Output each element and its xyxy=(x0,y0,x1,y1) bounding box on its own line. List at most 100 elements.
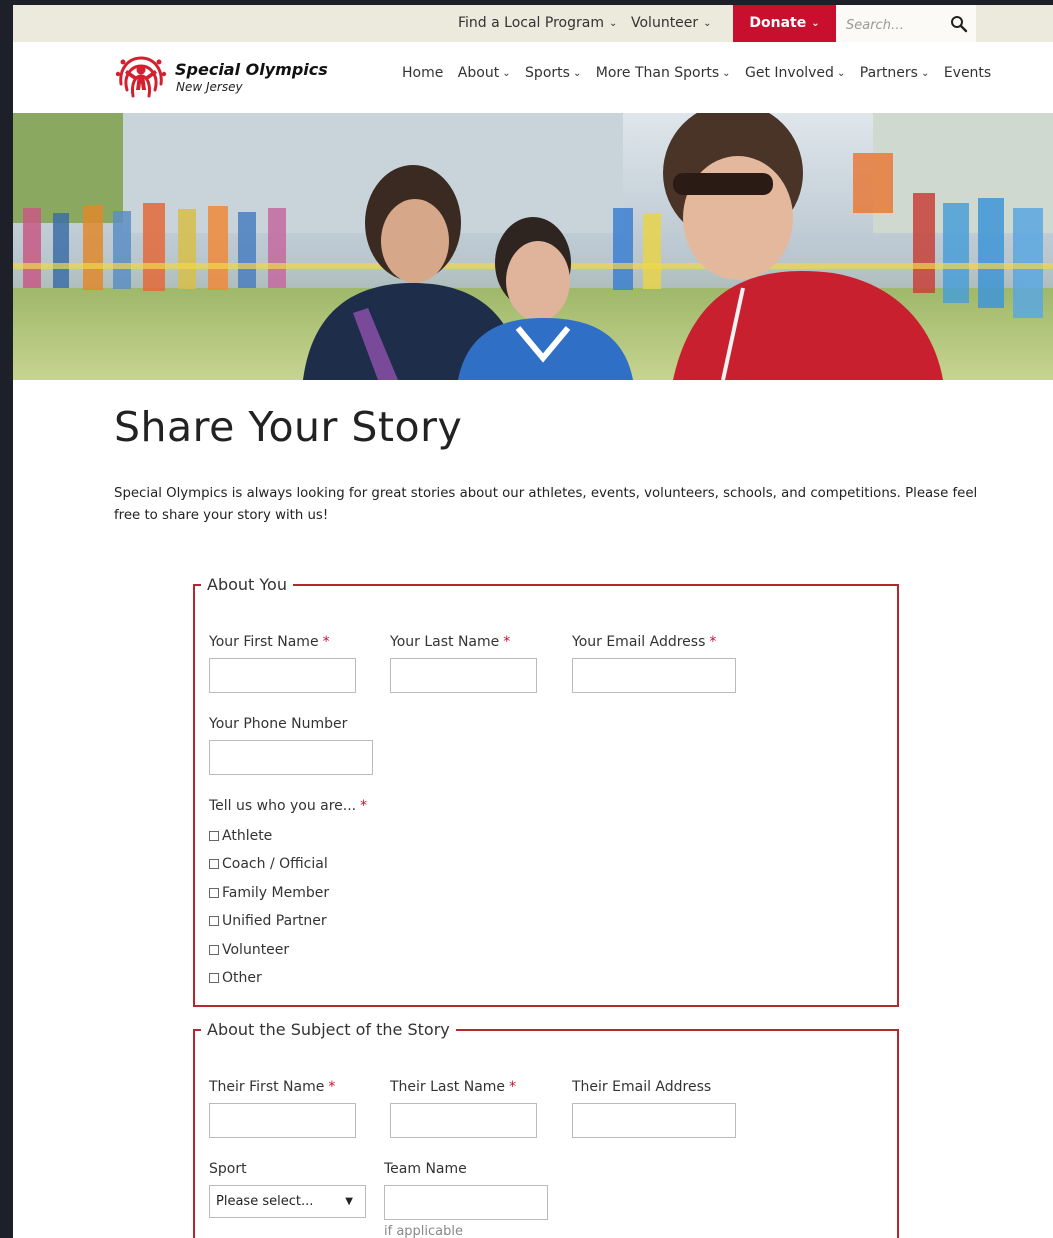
their-last-name-label: Their Last Name * xyxy=(390,1079,516,1095)
your-email-input[interactable] xyxy=(572,658,736,693)
your-first-name-label: Your First Name * xyxy=(209,634,330,650)
nav-item-events[interactable]: Events xyxy=(944,65,991,81)
your-last-name-input[interactable] xyxy=(390,658,537,693)
nav-item-more-than-sports[interactable]: More Than Sports ⌄ xyxy=(596,65,731,81)
nav-item-label: Home xyxy=(402,65,444,81)
role-option-label: Volunteer xyxy=(222,942,290,958)
field-label-text: Their Last Name xyxy=(390,1079,506,1095)
unified-partner-checkbox[interactable] xyxy=(209,916,219,926)
nav-item-home[interactable]: Home xyxy=(402,65,443,81)
field-label-text: Your First Name xyxy=(209,634,319,650)
required-mark: * xyxy=(360,798,368,814)
volunteer-label: Volunteer xyxy=(631,15,699,31)
role-option-label: Unified Partner xyxy=(222,913,327,929)
nav-item-label: Events xyxy=(943,65,992,81)
logo-subtitle: New Jersey xyxy=(176,80,243,94)
field-label-text: Their First Name xyxy=(209,1079,325,1095)
chevron-down-icon: ⌄ xyxy=(811,18,820,29)
field-label-text: Your Last Name xyxy=(390,634,500,650)
nav-item-partners[interactable]: Partners ⌄ xyxy=(860,65,930,81)
field-label-text: Their Email Address xyxy=(572,1079,712,1095)
nav-item-about[interactable]: About ⌄ xyxy=(458,65,511,81)
their-first-name-label: Their First Name * xyxy=(209,1079,335,1095)
your-email-label: Your Email Address * xyxy=(572,634,716,650)
sport-select-value: Please select... xyxy=(216,1194,314,1209)
role-option-athlete[interactable]: Athlete xyxy=(209,826,272,846)
volunteer-checkbox[interactable] xyxy=(209,945,219,955)
special-olympics-emblem-icon xyxy=(115,56,167,98)
page-title: Share Your Story xyxy=(114,403,463,451)
site-logo[interactable]: Special Olympics New Jersey xyxy=(113,50,345,106)
intro-text: Special Olympics is always looking for g… xyxy=(114,486,978,523)
role-option-label: Other xyxy=(222,970,262,986)
logo-title: Special Olympics xyxy=(175,60,328,79)
nav-item-label: Partners xyxy=(859,65,918,81)
about-you-section: About You Your First Name * Your Last Nam… xyxy=(193,575,899,1007)
story-subject-legend: About the Subject of the Story xyxy=(207,1020,450,1039)
find-local-program-label: Find a Local Program xyxy=(458,15,604,31)
nav-item-label: Sports xyxy=(525,65,570,81)
main-nav: Home About ⌄ Sports ⌄ More Than Sports ⌄ Ge… xyxy=(402,65,1001,89)
family-member-checkbox[interactable] xyxy=(209,888,219,898)
role-option-label: Athlete xyxy=(222,828,273,844)
their-first-name-input[interactable] xyxy=(209,1103,356,1138)
role-option-coach-official[interactable]: Coach / Official xyxy=(209,854,328,874)
role-option-unified-partner[interactable]: Unified Partner xyxy=(209,911,327,931)
required-mark: * xyxy=(322,634,330,650)
donate-label: Donate xyxy=(749,15,807,31)
nav-item-sports[interactable]: Sports ⌄ xyxy=(525,65,581,81)
team-name-label: Team Name xyxy=(384,1161,467,1177)
who-are-you-label: Tell us who you are... * xyxy=(209,798,367,814)
required-mark: * xyxy=(503,634,511,650)
role-option-label: Family Member xyxy=(222,885,330,901)
other-checkbox[interactable] xyxy=(209,973,219,983)
field-label-text: Sport xyxy=(209,1161,247,1177)
team-name-hint: if applicable xyxy=(384,1224,463,1238)
your-phone-label: Your Phone Number xyxy=(209,716,347,732)
field-label-text: Your Phone Number xyxy=(209,716,348,732)
story-subject-section: About the Subject of the Story Their Fir… xyxy=(193,1020,899,1238)
nav-item-get-involved[interactable]: Get Involved ⌄ xyxy=(745,65,845,81)
team-name-input[interactable] xyxy=(384,1185,548,1220)
chevron-down-icon: ⌄ xyxy=(703,18,712,29)
field-label-text: Tell us who you are... xyxy=(209,798,357,814)
nav-item-label: About xyxy=(457,65,500,81)
hero-image xyxy=(13,113,1053,380)
required-mark: * xyxy=(509,1079,517,1095)
volunteer-menu[interactable]: Volunteer ⌄ xyxy=(631,5,712,42)
required-mark: * xyxy=(328,1079,336,1095)
find-local-program-menu[interactable]: Find a Local Program ⌄ xyxy=(458,5,617,42)
utility-bar: Find a Local Program ⌄ Volunteer ⌄ Donate ⌄ xyxy=(13,5,1053,42)
your-last-name-label: Your Last Name * xyxy=(390,634,510,650)
chevron-down-icon: ⌄ xyxy=(502,68,511,79)
hero-photo xyxy=(13,113,1053,380)
their-last-name-input[interactable] xyxy=(390,1103,537,1138)
dropdown-arrow-icon: ▼ xyxy=(345,1196,353,1207)
nav-item-label: Get Involved xyxy=(745,65,834,81)
chevron-down-icon: ⌄ xyxy=(722,68,731,79)
role-option-family-member[interactable]: Family Member xyxy=(209,883,329,903)
chevron-down-icon: ⌄ xyxy=(608,18,618,29)
field-label-text: Your Email Address xyxy=(572,634,706,650)
required-mark: * xyxy=(709,634,717,650)
sport-label: Sport xyxy=(209,1161,247,1177)
sport-select[interactable]: Please select... ▼ xyxy=(209,1185,366,1218)
role-option-volunteer[interactable]: Volunteer xyxy=(209,940,289,960)
chevron-down-icon: ⌄ xyxy=(836,68,846,79)
donate-button[interactable]: Donate ⌄ xyxy=(733,5,836,42)
role-option-other[interactable]: Other xyxy=(209,968,262,988)
search-icon[interactable] xyxy=(950,15,968,33)
search-input[interactable] xyxy=(844,14,944,36)
coach-official-checkbox[interactable] xyxy=(209,859,219,869)
your-first-name-input[interactable] xyxy=(209,658,356,693)
chevron-down-icon: ⌄ xyxy=(920,68,930,79)
your-phone-input[interactable] xyxy=(209,740,373,775)
page: Find a Local Program ⌄ Volunteer ⌄ Donate ⌄ xyxy=(13,5,1053,1238)
search-box xyxy=(836,5,976,42)
about-you-legend: About You xyxy=(207,575,287,594)
role-option-label: Coach / Official xyxy=(222,856,328,872)
their-email-label: Their Email Address xyxy=(572,1079,711,1095)
athlete-checkbox[interactable] xyxy=(209,831,219,841)
field-label-text: Team Name xyxy=(384,1161,467,1177)
their-email-input[interactable] xyxy=(572,1103,736,1138)
